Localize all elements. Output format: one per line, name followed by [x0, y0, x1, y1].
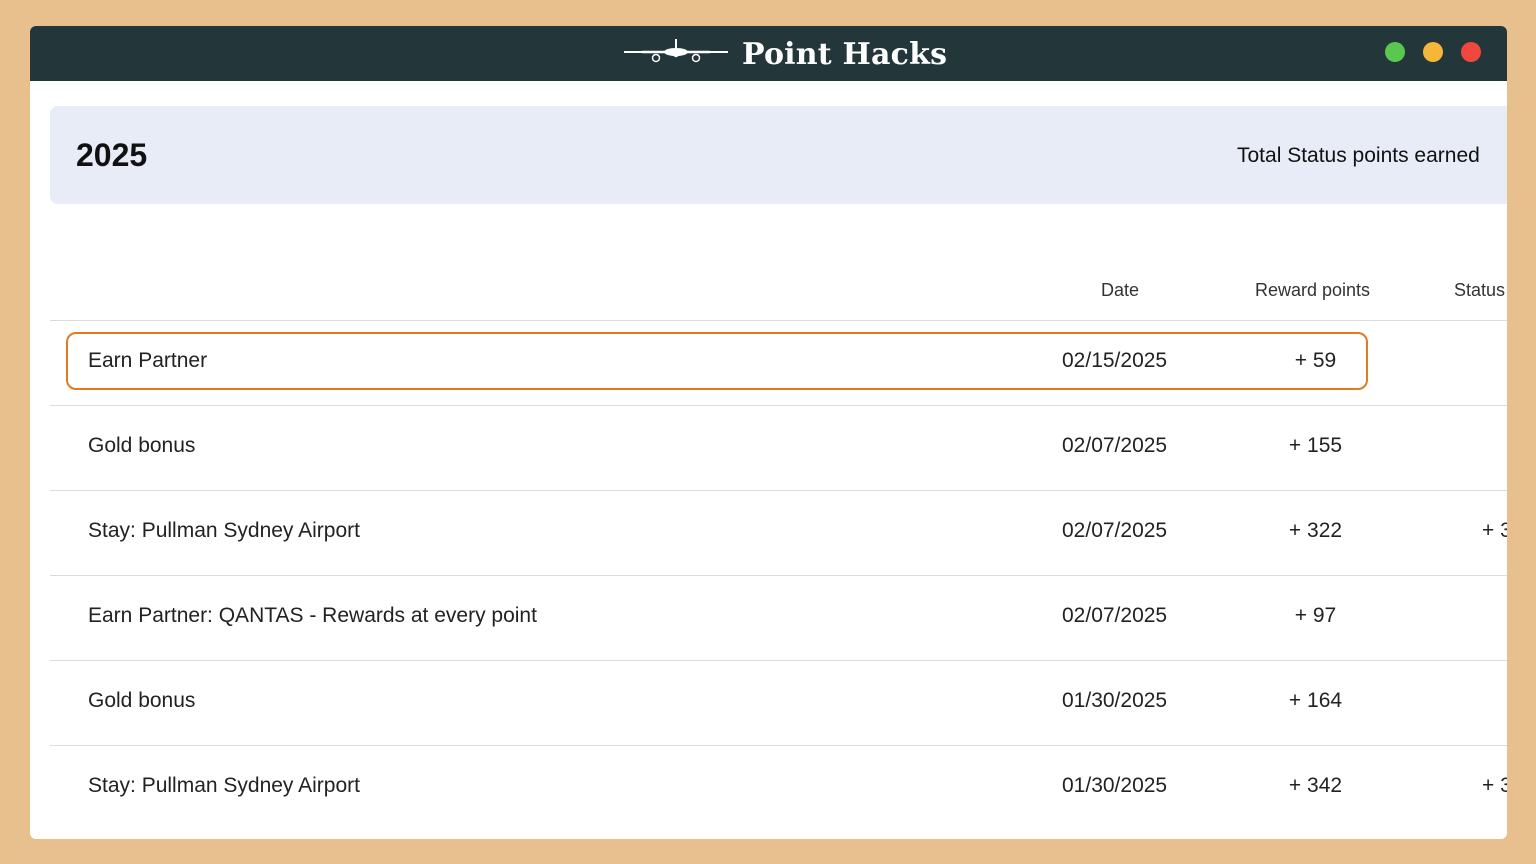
- title-bar: Point Hacks: [30, 26, 1507, 81]
- table-row[interactable]: Stay: Pullman Sydney Airport 02/07/2025 …: [50, 490, 1507, 575]
- airplane-icon: [622, 35, 730, 74]
- row-reward-points: + 342: [1288, 774, 1343, 797]
- row-date: 01/30/2025: [1062, 774, 1168, 797]
- window-controls: [1385, 42, 1481, 62]
- main-content: 2025 Total Status points earned Date Rew…: [50, 106, 1507, 821]
- row-date: 02/07/2025: [1062, 519, 1168, 542]
- row-date: 01/30/2025: [1062, 689, 1168, 712]
- row-status-points: + 3: [1482, 774, 1507, 797]
- brand-logo[interactable]: Point Hacks: [622, 36, 947, 72]
- brand-name: Point Hacks: [742, 36, 948, 72]
- row-reward-points: + 59: [1294, 349, 1337, 372]
- row-highlight: [66, 332, 1368, 390]
- table-header: Date Reward points Status: [50, 266, 1507, 320]
- row-description: Earn Partner: QANTAS - Rewards at every …: [88, 604, 537, 627]
- row-date: 02/15/2025: [1062, 349, 1168, 372]
- close-button[interactable]: [1461, 42, 1481, 62]
- table-row[interactable]: Earn Partner 02/15/2025 + 59: [50, 320, 1507, 405]
- row-reward-points: + 155: [1288, 434, 1343, 457]
- year-summary-panel: 2025 Total Status points earned: [50, 106, 1507, 204]
- year-title: 2025: [76, 137, 148, 173]
- row-reward-points: + 164: [1288, 689, 1343, 712]
- row-date: 02/07/2025: [1062, 434, 1168, 457]
- row-date: 02/07/2025: [1062, 604, 1168, 627]
- column-header-status: Status: [1454, 280, 1506, 300]
- row-status-points: + 3: [1482, 519, 1507, 542]
- maximize-button[interactable]: [1385, 42, 1405, 62]
- row-description: Stay: Pullman Sydney Airport: [88, 519, 360, 542]
- row-description: Earn Partner: [88, 349, 208, 372]
- minimize-button[interactable]: [1423, 42, 1443, 62]
- column-header-reward-points: Reward points: [1255, 280, 1371, 300]
- status-total-label: Total Status points earned: [1237, 144, 1480, 167]
- row-description: Stay: Pullman Sydney Airport: [88, 774, 360, 797]
- table-row[interactable]: Stay: Pullman Sydney Airport 01/30/2025 …: [50, 745, 1507, 821]
- transactions-table: Earn Partner 02/15/2025 + 59 Gold bonus …: [50, 320, 1507, 821]
- app-window: Point Hacks 2025 Total Status points ear…: [30, 26, 1507, 839]
- table-row[interactable]: Earn Partner: QANTAS - Rewards at every …: [50, 575, 1507, 660]
- row-reward-points: + 97: [1294, 604, 1337, 627]
- column-header-date: Date: [1101, 280, 1140, 300]
- table-row[interactable]: Gold bonus 02/07/2025 + 155: [50, 405, 1507, 490]
- row-description: Gold bonus: [88, 689, 196, 712]
- row-description: Gold bonus: [88, 434, 196, 457]
- table-row[interactable]: Gold bonus 01/30/2025 + 164: [50, 660, 1507, 745]
- row-reward-points: + 322: [1288, 519, 1343, 542]
